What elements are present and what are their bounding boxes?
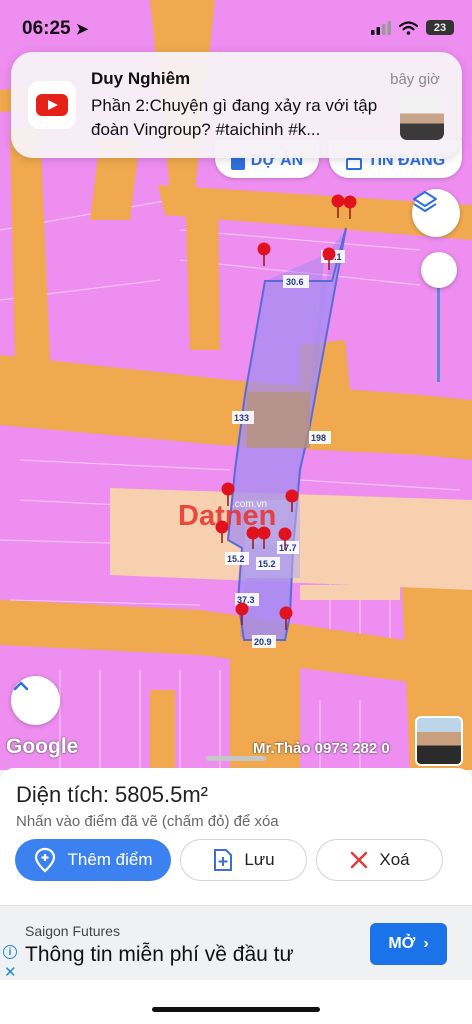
expand-button[interactable]	[11, 676, 60, 725]
layers-button[interactable]	[412, 189, 460, 237]
ad-text: Thông tin miễn phí về đầu tư	[25, 943, 294, 966]
delete-button[interactable]: Xoá	[316, 839, 443, 881]
notification-title: Duy Nghiêm	[91, 69, 191, 88]
area-label: Diện tích: 5805.5m²	[16, 782, 208, 807]
add-point-label: Thêm điểm	[67, 850, 153, 869]
clock: 06:25	[22, 18, 71, 39]
home-indicator[interactable]	[152, 1007, 320, 1012]
battery-level: 23	[433, 21, 447, 34]
chevron-right-icon: ›	[423, 935, 429, 952]
watermark-subtext: .com.vn	[232, 499, 267, 510]
layers-icon	[413, 191, 437, 212]
add-location-icon	[35, 847, 56, 873]
wifi-icon	[399, 20, 418, 35]
ad-banner[interactable]: i ✕ Saigon Futures Thông tin miễn phí về…	[0, 905, 472, 981]
edge-label: 15.2	[258, 559, 276, 569]
building-icon	[230, 156, 245, 170]
battery-icon: 23	[426, 20, 454, 35]
status-icons: 23	[371, 20, 454, 35]
save-label: Lưu	[244, 850, 275, 869]
save-button[interactable]: Lưu	[180, 839, 307, 881]
contact-label: Mr.Thảo 0973 282 0	[253, 740, 390, 757]
notification-banner[interactable]: Duy Nghiêm bây giờ Phần 2:Chuyện gì đang…	[11, 52, 462, 158]
app-icon	[28, 81, 76, 129]
edge-label: 20.9	[254, 637, 272, 647]
edge-label: 15.2	[227, 554, 245, 564]
opacity-slider-handle[interactable]	[421, 252, 457, 288]
google-logo: Google	[6, 735, 79, 758]
hint-text: Nhấn vào điểm đã vẽ (chấm đỏ) để xóa	[16, 813, 279, 830]
opacity-slider-track[interactable]	[437, 280, 440, 382]
edge-label: 30.6	[286, 277, 304, 287]
notification-time: bây giờ	[390, 71, 440, 88]
edge-label: 17.7	[279, 543, 297, 553]
info-icon[interactable]: i	[3, 945, 17, 959]
contact-avatar[interactable]	[415, 716, 463, 766]
add-point-button[interactable]: Thêm điểm	[15, 839, 171, 881]
ad-open-label: MỞ	[388, 935, 416, 952]
save-file-icon	[214, 849, 233, 871]
notification-thumbnail	[400, 96, 444, 140]
status-bar: 06:25 ➤ 23	[0, 0, 472, 56]
area-sheet: Diện tích: 5805.5m² Nhấn vào điểm đã vẽ …	[0, 768, 472, 905]
notification-body: Phần 2:Chuyện gì đang xảy ra với tập đoà…	[91, 96, 378, 139]
home-area	[0, 980, 472, 1024]
listing-icon	[345, 158, 362, 170]
location-arrow-icon: ➤	[75, 21, 89, 38]
cellular-signal-icon	[371, 20, 391, 35]
close-icon	[351, 851, 368, 869]
youtube-icon	[36, 94, 68, 116]
sheet-grabber[interactable]	[206, 756, 266, 761]
chevron-up-icon	[13, 681, 29, 691]
ad-brand: Saigon Futures	[25, 923, 120, 939]
close-icon[interactable]: ✕	[4, 963, 17, 981]
delete-label: Xoá	[379, 850, 410, 869]
status-time: 06:25 ➤	[22, 18, 88, 40]
edge-label: 198	[311, 433, 326, 443]
edge-label: 133	[234, 413, 249, 423]
ad-open-button[interactable]: MỞ ›	[370, 923, 447, 965]
